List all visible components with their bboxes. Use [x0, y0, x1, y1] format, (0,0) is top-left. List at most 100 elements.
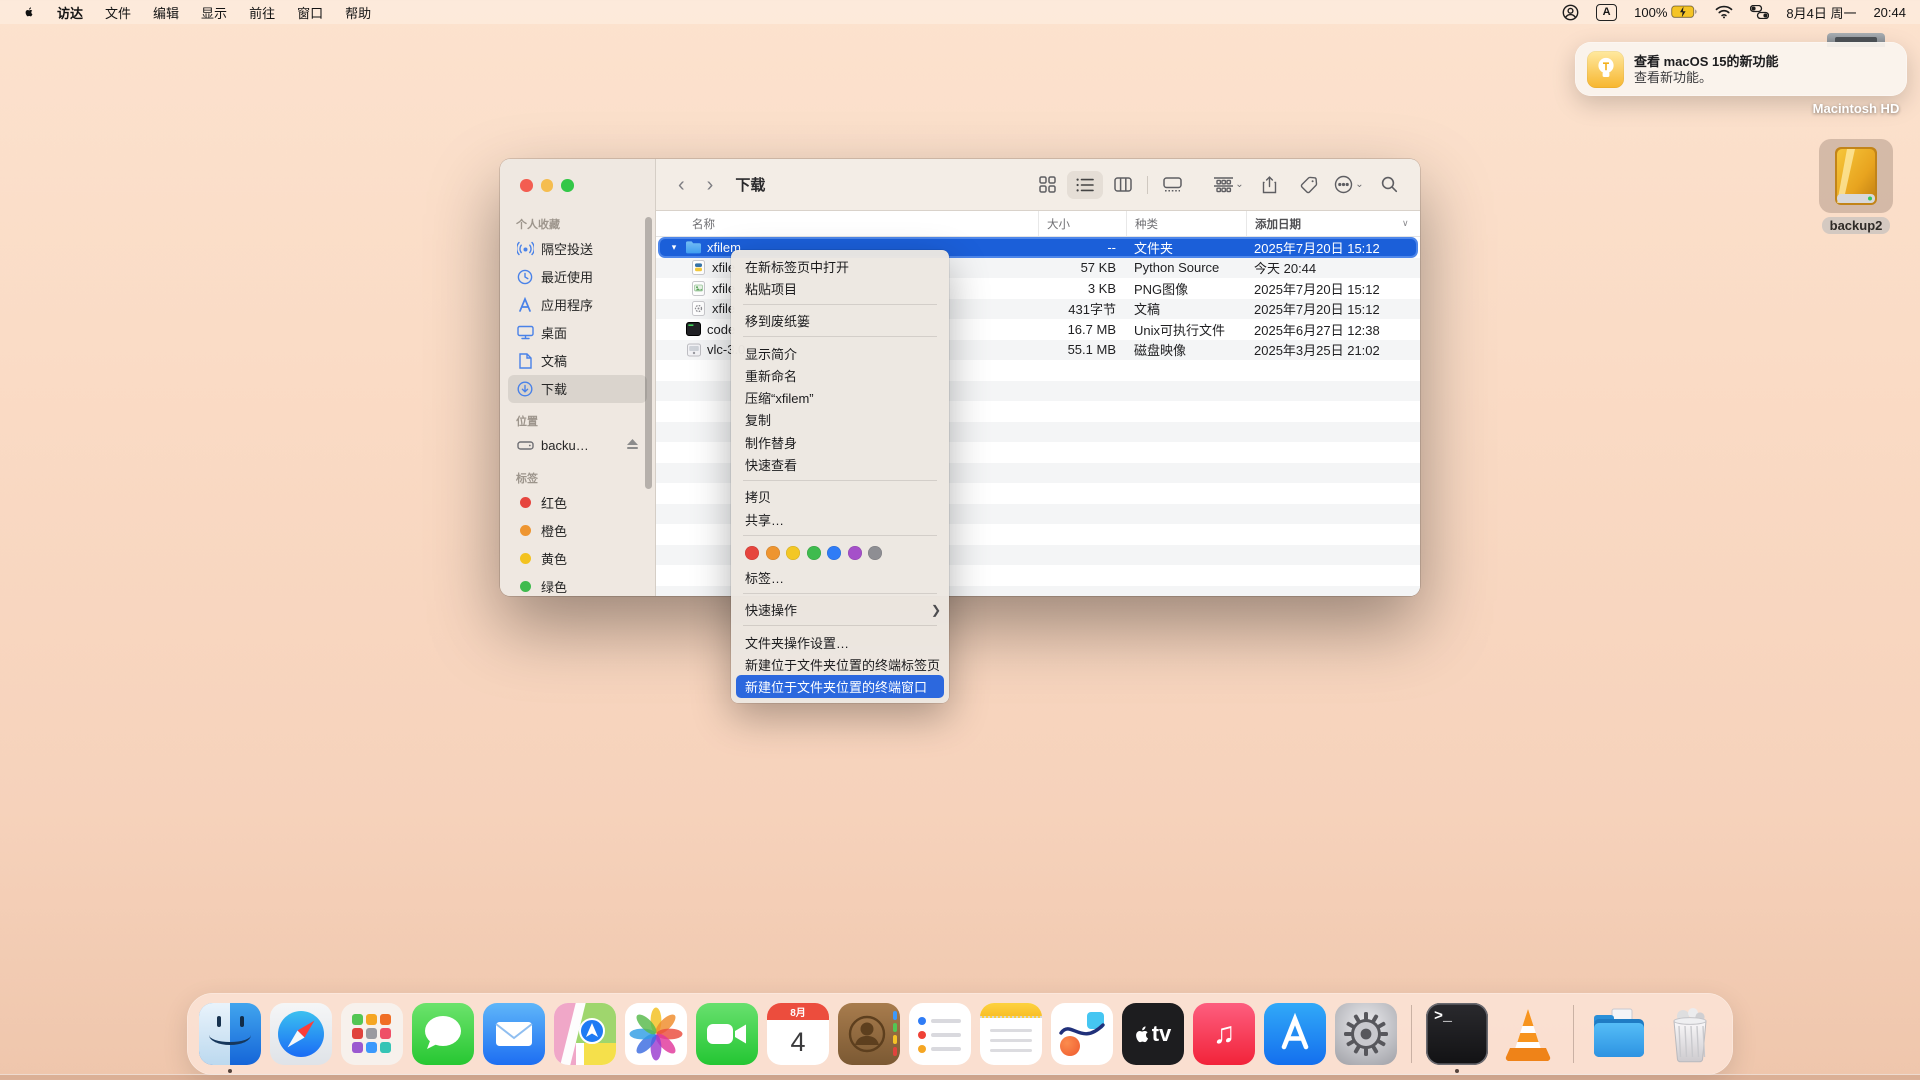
menu-bar-date[interactable]: 8月4日 周一: [1786, 3, 1856, 22]
gallery-view-button[interactable]: [1154, 171, 1190, 199]
context-menu-item[interactable]: 拷贝: [731, 486, 949, 508]
sidebar-item-红色[interactable]: 红色: [508, 489, 647, 517]
context-menu-item[interactable]: 复制: [731, 409, 949, 431]
context-menu-item[interactable]: 标签…: [731, 566, 949, 588]
dock-freeform-icon[interactable]: [1051, 1003, 1113, 1065]
column-header-kind[interactable]: 种类: [1126, 211, 1246, 236]
close-button[interactable]: [520, 179, 533, 192]
search-button[interactable]: [1372, 171, 1406, 199]
sidebar-item-文稿[interactable]: 文稿: [508, 347, 647, 375]
sidebar-item-隔空投送[interactable]: 隔空投送: [508, 235, 647, 263]
tag-color-swatch[interactable]: [786, 546, 800, 560]
menu-帮助[interactable]: 帮助: [334, 1, 382, 24]
applications-icon: [516, 297, 534, 313]
minimize-button[interactable]: [541, 179, 554, 192]
menu-窗口[interactable]: 窗口: [286, 1, 334, 24]
finder-window: 个人收藏 隔空投送 最近使用 应用程序 桌面 文稿 下载位置 backu…标签 …: [500, 159, 1420, 596]
dock-facetime-icon[interactable]: [696, 1003, 758, 1065]
context-menu-item[interactable]: 新建位于文件夹位置的终端窗口: [736, 675, 944, 697]
sidebar-item-应用程序[interactable]: 应用程序: [508, 291, 647, 319]
wifi-icon[interactable]: [1715, 5, 1733, 19]
macintosh-hd-label[interactable]: Macintosh HD: [1786, 101, 1920, 116]
dock-trash-icon[interactable]: [1659, 1003, 1721, 1065]
context-menu-item[interactable]: 显示简介: [731, 342, 949, 364]
sidebar-item-黄色[interactable]: 黄色: [508, 545, 647, 573]
sort-direction-icon[interactable]: ∨: [1402, 211, 1420, 236]
sidebar-item-下载[interactable]: 下载: [508, 375, 647, 403]
menu-显示[interactable]: 显示: [190, 1, 238, 24]
back-button[interactable]: ‹: [670, 175, 693, 195]
control-center-icon[interactable]: [1750, 5, 1769, 19]
tag-button[interactable]: [1292, 171, 1326, 199]
sidebar-item-桌面[interactable]: 桌面: [508, 319, 647, 347]
context-menu-item[interactable]: 共享…: [731, 508, 949, 530]
share-button[interactable]: [1252, 171, 1286, 199]
dock-launchpad-icon[interactable]: [341, 1003, 403, 1065]
desktop-icon-backup2[interactable]: backup2: [1818, 139, 1894, 234]
battery-indicator[interactable]: 100%: [1634, 5, 1698, 20]
dock-settings-icon[interactable]: [1335, 1003, 1397, 1065]
dock-calendar-icon[interactable]: 8月4: [767, 1003, 829, 1065]
dock-appstore-icon[interactable]: [1264, 1003, 1326, 1065]
dock-messages-icon[interactable]: [412, 1003, 474, 1065]
dock-safari-icon[interactable]: [270, 1003, 332, 1065]
menu-访达[interactable]: 访达: [46, 1, 94, 24]
icon-view-button[interactable]: [1029, 171, 1065, 199]
dock-photos-icon[interactable]: [625, 1003, 687, 1065]
dock-notes-icon[interactable]: [980, 1003, 1042, 1065]
menu-前往[interactable]: 前往: [238, 1, 286, 24]
sidebar-item-绿色[interactable]: 绿色: [508, 573, 647, 597]
context-menu-item[interactable]: 移到废纸篓: [731, 310, 949, 332]
dock-vlc-icon[interactable]: [1497, 1003, 1559, 1065]
column-header-date[interactable]: 添加日期: [1246, 211, 1402, 236]
list-view-button[interactable]: [1067, 171, 1103, 199]
dock-terminal-icon[interactable]: >_: [1426, 1003, 1488, 1065]
context-menu-item[interactable]: 快速操作❯: [731, 599, 949, 621]
dock-reminders-icon[interactable]: [909, 1003, 971, 1065]
dock-finder-icon[interactable]: [199, 1003, 261, 1065]
context-menu-item[interactable]: 文件夹操作设置…: [731, 631, 949, 653]
context-menu-item[interactable]: 重新命名: [731, 364, 949, 386]
forward-button[interactable]: ›: [699, 175, 722, 195]
menu-bar-clock[interactable]: 20:44: [1873, 5, 1906, 20]
context-menu-item[interactable]: 快速查看: [731, 453, 949, 475]
tag-color-swatch[interactable]: [766, 546, 780, 560]
menu-编辑[interactable]: 编辑: [142, 1, 190, 24]
dock-mail-icon[interactable]: [483, 1003, 545, 1065]
eject-icon[interactable]: [626, 438, 639, 453]
tag-color-swatch[interactable]: [827, 546, 841, 560]
context-menu-item[interactable]: 在新标签页中打开: [731, 255, 949, 277]
dock-appletv-icon[interactable]: tv: [1122, 1003, 1184, 1065]
sidebar-item-橙色[interactable]: 橙色: [508, 517, 647, 545]
disclosure-triangle[interactable]: ▾: [668, 242, 680, 253]
apple-menu-icon[interactable]: [14, 2, 44, 22]
group-button[interactable]: ⌄: [1212, 171, 1246, 199]
column-header-name[interactable]: 名称: [656, 211, 1038, 236]
tag-color-swatch[interactable]: [745, 546, 759, 560]
dock-downloads-icon[interactable]: [1588, 1003, 1650, 1065]
input-method-icon[interactable]: A: [1596, 4, 1617, 21]
column-header-size[interactable]: 大小: [1038, 211, 1126, 236]
zoom-button[interactable]: [561, 179, 574, 192]
dock-music-icon[interactable]: ♫: [1193, 1003, 1255, 1065]
dock-maps-icon[interactable]: [554, 1003, 616, 1065]
sidebar-item-最近使用[interactable]: 最近使用: [508, 263, 647, 291]
menu-文件[interactable]: 文件: [94, 1, 142, 24]
sidebar-scrollbar[interactable]: [645, 217, 652, 489]
dock-contacts-icon[interactable]: [838, 1003, 900, 1065]
context-menu-item[interactable]: 粘贴项目: [731, 277, 949, 299]
dock-divider: [1573, 1005, 1574, 1063]
sidebar-section-title: 位置: [516, 413, 655, 429]
tag-color-swatch[interactable]: [848, 546, 862, 560]
file-kind: 磁盘映像: [1126, 340, 1246, 361]
context-menu-item[interactable]: 压缩“xfilem”: [731, 386, 949, 408]
column-view-button[interactable]: [1105, 171, 1141, 199]
sidebar-item-backu…[interactable]: backu…: [508, 432, 647, 460]
more-actions-button[interactable]: ⌄: [1332, 171, 1366, 199]
user-account-icon[interactable]: [1562, 4, 1579, 21]
context-menu-item[interactable]: 制作替身: [731, 431, 949, 453]
tag-color-swatch[interactable]: [868, 546, 882, 560]
tag-color-swatch[interactable]: [807, 546, 821, 560]
context-menu-item[interactable]: 新建位于文件夹位置的终端标签页: [731, 653, 949, 675]
notification-banner[interactable]: 查看 macOS 15的新功能 查看新功能。: [1575, 42, 1907, 96]
